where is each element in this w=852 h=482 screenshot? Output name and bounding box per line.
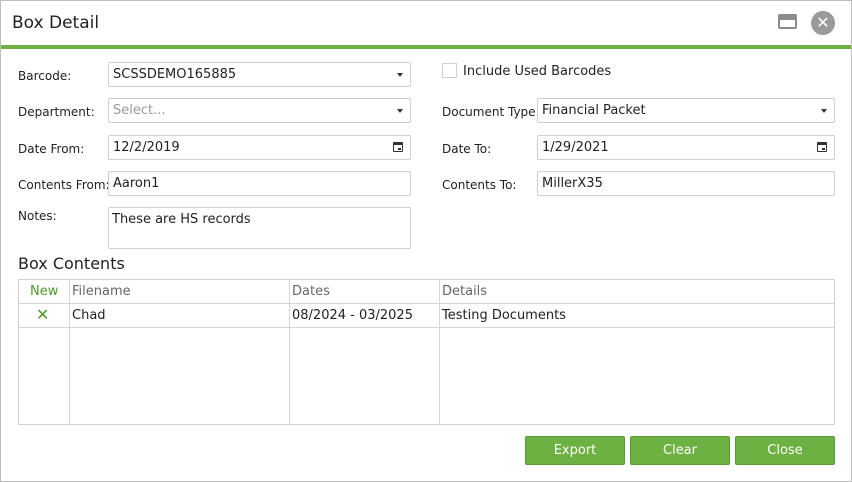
- date-to-value: 1/29/2021: [542, 140, 609, 155]
- include-used-barcodes-label[interactable]: Include Used Barcodes: [463, 64, 611, 79]
- delete-row-icon[interactable]: ✕: [36, 305, 49, 324]
- column-header-details[interactable]: Details: [442, 284, 487, 299]
- date-from-value: 12/2/2019: [113, 140, 180, 155]
- calendar-icon[interactable]: [817, 142, 827, 152]
- date-to-label: Date To:: [442, 142, 492, 156]
- column-header-dates[interactable]: Dates: [292, 284, 330, 299]
- close-icon[interactable]: ✕: [811, 11, 835, 35]
- document-type-value: Financial Packet: [542, 103, 646, 118]
- include-used-barcodes-checkbox[interactable]: [442, 63, 457, 78]
- new-row-link[interactable]: New: [30, 284, 58, 299]
- department-label: Department:: [18, 105, 95, 119]
- chevron-down-icon: [821, 109, 827, 113]
- document-type-select[interactable]: Financial Packet: [537, 98, 835, 123]
- notes-textarea[interactable]: These are HS records: [108, 207, 411, 249]
- contents-to-value: MillerX35: [542, 176, 603, 191]
- date-from-input[interactable]: 12/2/2019: [108, 135, 411, 160]
- barcode-select[interactable]: SCSSDEMO165885: [108, 62, 411, 87]
- contents-from-input[interactable]: Aaron1: [108, 171, 411, 196]
- chevron-down-icon: [397, 73, 403, 77]
- contents-to-label: Contents To:: [442, 178, 517, 192]
- document-type-label: Document Type:: [442, 105, 540, 119]
- barcode-label: Barcode:: [18, 69, 72, 83]
- export-button[interactable]: Export: [525, 436, 625, 465]
- date-from-label: Date From:: [18, 142, 85, 156]
- title-bar: Box Detail ✕: [1, 1, 851, 49]
- contents-to-input[interactable]: MillerX35: [537, 171, 835, 196]
- box-contents-title: Box Contents: [18, 254, 125, 273]
- department-select[interactable]: Select...: [108, 98, 411, 123]
- department-placeholder: Select...: [113, 103, 166, 118]
- column-header-filename[interactable]: Filename: [72, 284, 131, 299]
- row-dates[interactable]: 08/2024 - 03/2025: [292, 308, 413, 323]
- calendar-icon[interactable]: [393, 142, 403, 152]
- box-detail-dialog: Box Detail ✕ Barcode: SCSSDEMO165885 Inc…: [0, 0, 852, 482]
- row-filename[interactable]: Chad: [72, 308, 106, 323]
- chevron-down-icon: [397, 109, 403, 113]
- clear-button[interactable]: Clear: [630, 436, 730, 465]
- dialog-title: Box Detail: [12, 13, 100, 33]
- date-to-input[interactable]: 1/29/2021: [537, 135, 835, 160]
- contents-from-label: Contents From:: [18, 178, 110, 192]
- close-button[interactable]: Close: [735, 436, 835, 465]
- notes-label: Notes:: [18, 209, 57, 223]
- contents-from-value: Aaron1: [113, 176, 160, 191]
- barcode-value: SCSSDEMO165885: [113, 67, 237, 82]
- maximize-icon[interactable]: [778, 14, 797, 29]
- row-details[interactable]: Testing Documents: [442, 308, 566, 323]
- box-contents-grid: New Filename Dates Details ✕ Chad 08/202…: [18, 279, 835, 425]
